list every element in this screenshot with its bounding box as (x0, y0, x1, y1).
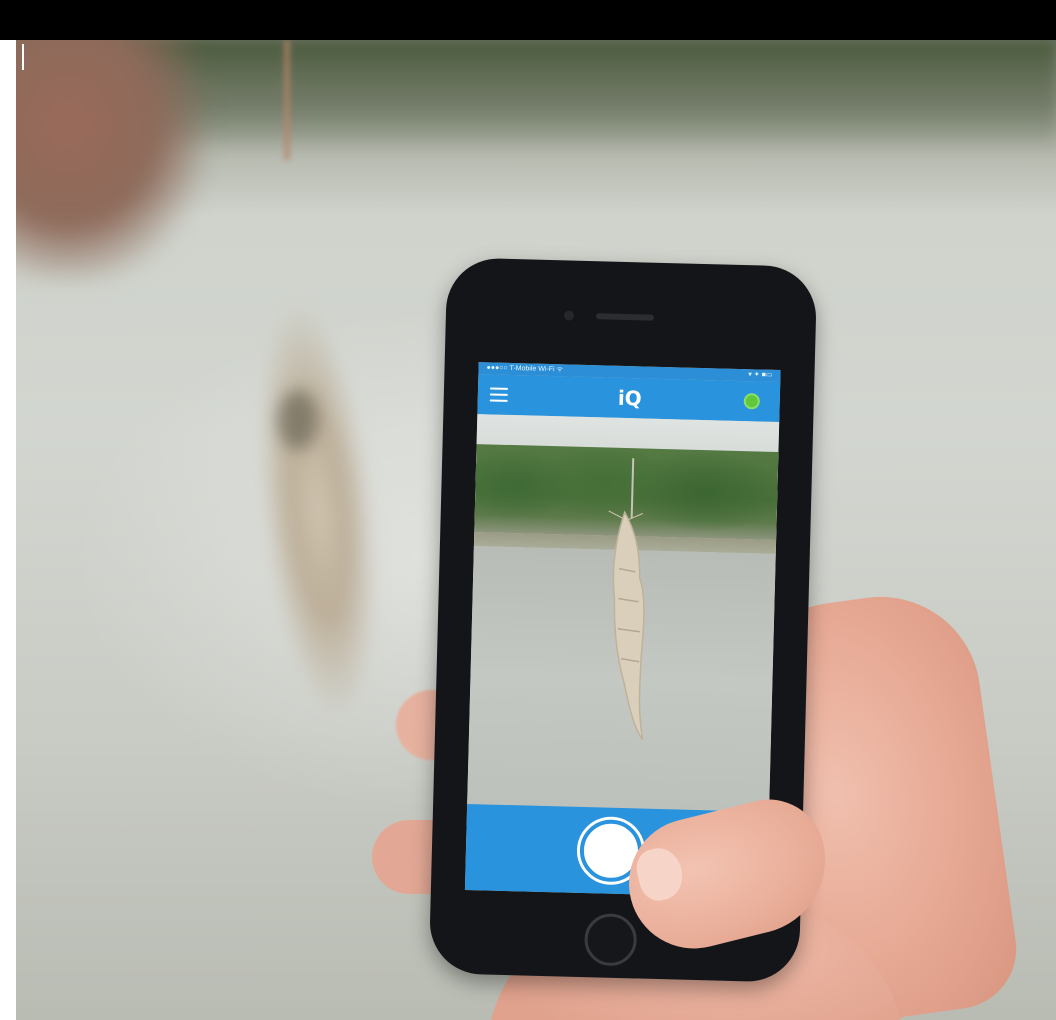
photo-background: ●●●○○ T-Mobile Wi-Fi ᯤ ▾ ✦ ■▭ iQ (16, 40, 1056, 1020)
hamburger-menu-icon[interactable] (489, 387, 509, 402)
top-black-bar (0, 0, 1056, 40)
viewfinder-shrimp (608, 510, 645, 741)
text-cursor-mark (22, 44, 24, 70)
earpiece-speaker (595, 313, 655, 321)
app-logo: iQ (617, 385, 643, 411)
front-camera (563, 310, 575, 321)
blurred-fishing-line (284, 40, 290, 160)
status-icons: ▾ ✦ ■▭ (748, 371, 773, 379)
blurred-hand (16, 40, 206, 280)
blurred-shrimp-bait (235, 284, 401, 736)
connection-status-icon[interactable] (743, 393, 760, 410)
home-button[interactable] (583, 913, 638, 967)
camera-viewfinder[interactable] (467, 414, 780, 812)
blurred-shrimp-head (278, 390, 318, 450)
